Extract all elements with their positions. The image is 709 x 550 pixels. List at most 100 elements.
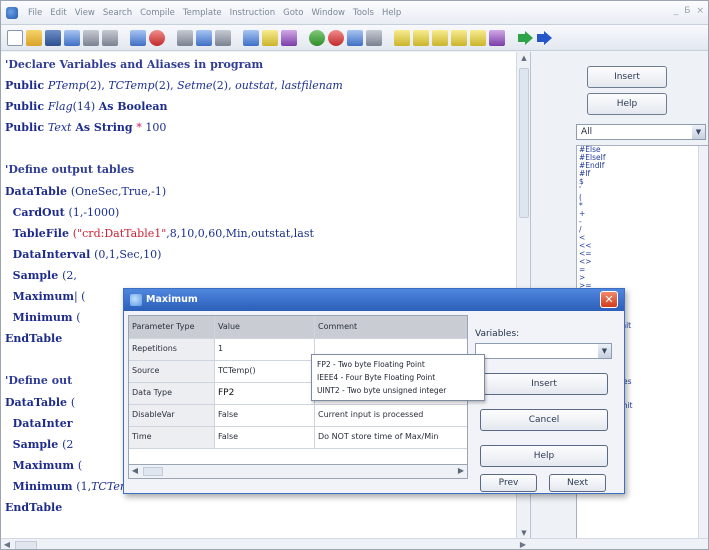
nav-back-arrow-icon[interactable] bbox=[517, 30, 533, 46]
bookmark-3-icon[interactable] bbox=[432, 29, 448, 46]
redo-icon[interactable] bbox=[149, 29, 165, 46]
grid-scroll-thumb[interactable] bbox=[143, 467, 163, 476]
code-line[interactable]: TableFile ("crd:DatTable1",8,10,0,60,Min… bbox=[5, 223, 517, 244]
list-item[interactable]: <> bbox=[577, 258, 708, 266]
horizontal-scroll-thumb[interactable] bbox=[15, 541, 37, 549]
list-item[interactable]: #EndIf bbox=[577, 162, 708, 170]
undo-icon[interactable] bbox=[130, 29, 146, 46]
minimize-icon[interactable]: _ bbox=[674, 6, 679, 16]
editor-scroll-thumb[interactable] bbox=[519, 68, 529, 218]
menu-goto[interactable]: Goto bbox=[279, 8, 307, 18]
table-row[interactable]: Time False Do NOT store time of Max/Min bbox=[129, 427, 467, 449]
prev-button[interactable]: Prev bbox=[480, 474, 537, 492]
datatype-option[interactable]: UINT2 - Two byte unsigned integer bbox=[312, 384, 484, 397]
dialog-close-button[interactable]: ✕ bbox=[600, 291, 618, 308]
restore-icon[interactable]: Б bbox=[684, 6, 690, 16]
bookmark-5-icon[interactable] bbox=[470, 29, 486, 46]
list-item[interactable]: / bbox=[577, 226, 708, 234]
insert-button[interactable]: Insert bbox=[480, 373, 608, 395]
list-item[interactable]: << bbox=[577, 242, 708, 250]
nav-forward-arrow-icon[interactable] bbox=[536, 30, 552, 46]
bookmark-2-icon[interactable] bbox=[413, 29, 429, 46]
scroll-right-icon[interactable]: ▶ bbox=[455, 465, 467, 477]
variables-select[interactable]: ▼ bbox=[475, 343, 612, 359]
print-preview-icon[interactable] bbox=[102, 29, 118, 46]
close-window-icon[interactable]: × bbox=[696, 6, 704, 16]
param-value[interactable]: False bbox=[215, 405, 315, 426]
datatype-option[interactable]: IEEE4 - Four Byte Floating Point bbox=[312, 371, 484, 384]
list-item[interactable]: ( bbox=[577, 194, 708, 202]
panel-help-button[interactable]: Help bbox=[587, 93, 667, 115]
code-line[interactable] bbox=[5, 138, 517, 159]
scroll-right-icon[interactable]: ▶ bbox=[517, 539, 529, 549]
datatype-option[interactable]: FP2 - Two byte Floating Point bbox=[312, 358, 484, 371]
wrench-icon[interactable] bbox=[366, 29, 382, 46]
menu-tools[interactable]: Tools bbox=[349, 8, 378, 18]
chevron-down-icon[interactable]: ▼ bbox=[692, 125, 705, 139]
list-item[interactable]: ' bbox=[577, 186, 708, 194]
list-item[interactable]: - bbox=[577, 218, 708, 226]
find-icon[interactable] bbox=[243, 29, 259, 46]
list-item[interactable]: <= bbox=[577, 250, 708, 258]
code-line[interactable]: DataInterval (0,1,Sec,10) bbox=[5, 244, 517, 265]
save-icon[interactable] bbox=[45, 29, 61, 46]
menu-help[interactable]: Help bbox=[378, 8, 405, 18]
param-value[interactable]: TCTemp() bbox=[215, 361, 315, 382]
scroll-left-icon[interactable]: ◀ bbox=[129, 465, 141, 477]
compile-icon[interactable] bbox=[177, 29, 193, 46]
param-value[interactable]: False bbox=[215, 427, 315, 448]
list-item[interactable]: = bbox=[577, 266, 708, 274]
list-item[interactable]: < bbox=[577, 234, 708, 242]
datatype-edit-field[interactable]: FP2 bbox=[215, 383, 315, 404]
editor-horizontal-scrollbar[interactable]: ◀ ▶ bbox=[1, 538, 708, 549]
list-item[interactable]: + bbox=[577, 210, 708, 218]
cancel-button[interactable]: Cancel bbox=[480, 409, 608, 431]
menu-edit[interactable]: Edit bbox=[46, 8, 70, 18]
template-icon[interactable] bbox=[215, 29, 231, 46]
code-line[interactable]: Sample (2, bbox=[5, 265, 517, 286]
menu-window[interactable]: Window bbox=[307, 8, 349, 18]
replace-icon[interactable] bbox=[262, 29, 278, 46]
scroll-up-icon[interactable]: ▲ bbox=[519, 52, 529, 64]
panel-insert-button[interactable]: Insert bbox=[587, 66, 667, 88]
instruction-list-scrollbar[interactable] bbox=[698, 146, 708, 538]
table-icon[interactable] bbox=[196, 29, 212, 46]
open-folder-icon[interactable] bbox=[26, 29, 42, 46]
code-line[interactable]: 'Define output tables bbox=[5, 159, 517, 180]
menu-view[interactable]: View bbox=[71, 8, 99, 18]
code-line[interactable]: Public Flag(14) As Boolean bbox=[5, 96, 517, 117]
bookmark-6-icon[interactable] bbox=[489, 29, 505, 46]
menu-template[interactable]: Template bbox=[179, 8, 226, 18]
code-line[interactable]: Public Text As String * 100 bbox=[5, 117, 517, 138]
chevron-down-icon[interactable]: ▼ bbox=[598, 344, 611, 358]
grid-horizontal-scrollbar[interactable]: ◀ ▶ bbox=[128, 465, 468, 479]
code-line[interactable]: 'Declare Variables and Aliases in progra… bbox=[5, 54, 517, 75]
scroll-left-icon[interactable]: ◀ bbox=[1, 539, 13, 549]
bookmark-4-icon[interactable] bbox=[451, 29, 467, 46]
code-line[interactable]: EndTable bbox=[5, 497, 517, 518]
instruction-filter-select[interactable]: All ▼ bbox=[576, 124, 706, 140]
save-all-icon[interactable] bbox=[64, 29, 80, 46]
dialog-title-bar[interactable]: Maximum bbox=[124, 289, 624, 311]
list-item[interactable]: $ bbox=[577, 178, 708, 186]
next-button[interactable]: Next bbox=[549, 474, 606, 492]
param-value[interactable]: 1 bbox=[215, 339, 315, 360]
menu-instruction[interactable]: Instruction bbox=[226, 8, 280, 18]
paste-icon[interactable] bbox=[347, 29, 363, 46]
find-next-icon[interactable] bbox=[281, 29, 297, 46]
cut-icon[interactable] bbox=[309, 29, 325, 46]
menu-file[interactable]: File bbox=[24, 8, 46, 18]
new-file-icon[interactable] bbox=[7, 29, 23, 46]
print-icon[interactable] bbox=[83, 29, 99, 46]
list-item[interactable]: > bbox=[577, 274, 708, 282]
copy-icon[interactable] bbox=[328, 29, 344, 46]
table-row[interactable]: DisableVar False Current input is proces… bbox=[129, 405, 467, 427]
help-button[interactable]: Help bbox=[480, 445, 608, 467]
datatype-dropdown-list[interactable]: FP2 - Two byte Floating Point IEEE4 - Fo… bbox=[311, 354, 485, 401]
code-line[interactable]: CardOut (1,-1000) bbox=[5, 202, 517, 223]
bookmark-1-icon[interactable] bbox=[394, 29, 410, 46]
menu-compile[interactable]: Compile bbox=[136, 8, 179, 18]
list-item[interactable]: #If bbox=[577, 170, 708, 178]
list-item[interactable]: * bbox=[577, 202, 708, 210]
code-line[interactable]: Public PTemp(2), TCTemp(2), Setme(2), ou… bbox=[5, 75, 517, 96]
